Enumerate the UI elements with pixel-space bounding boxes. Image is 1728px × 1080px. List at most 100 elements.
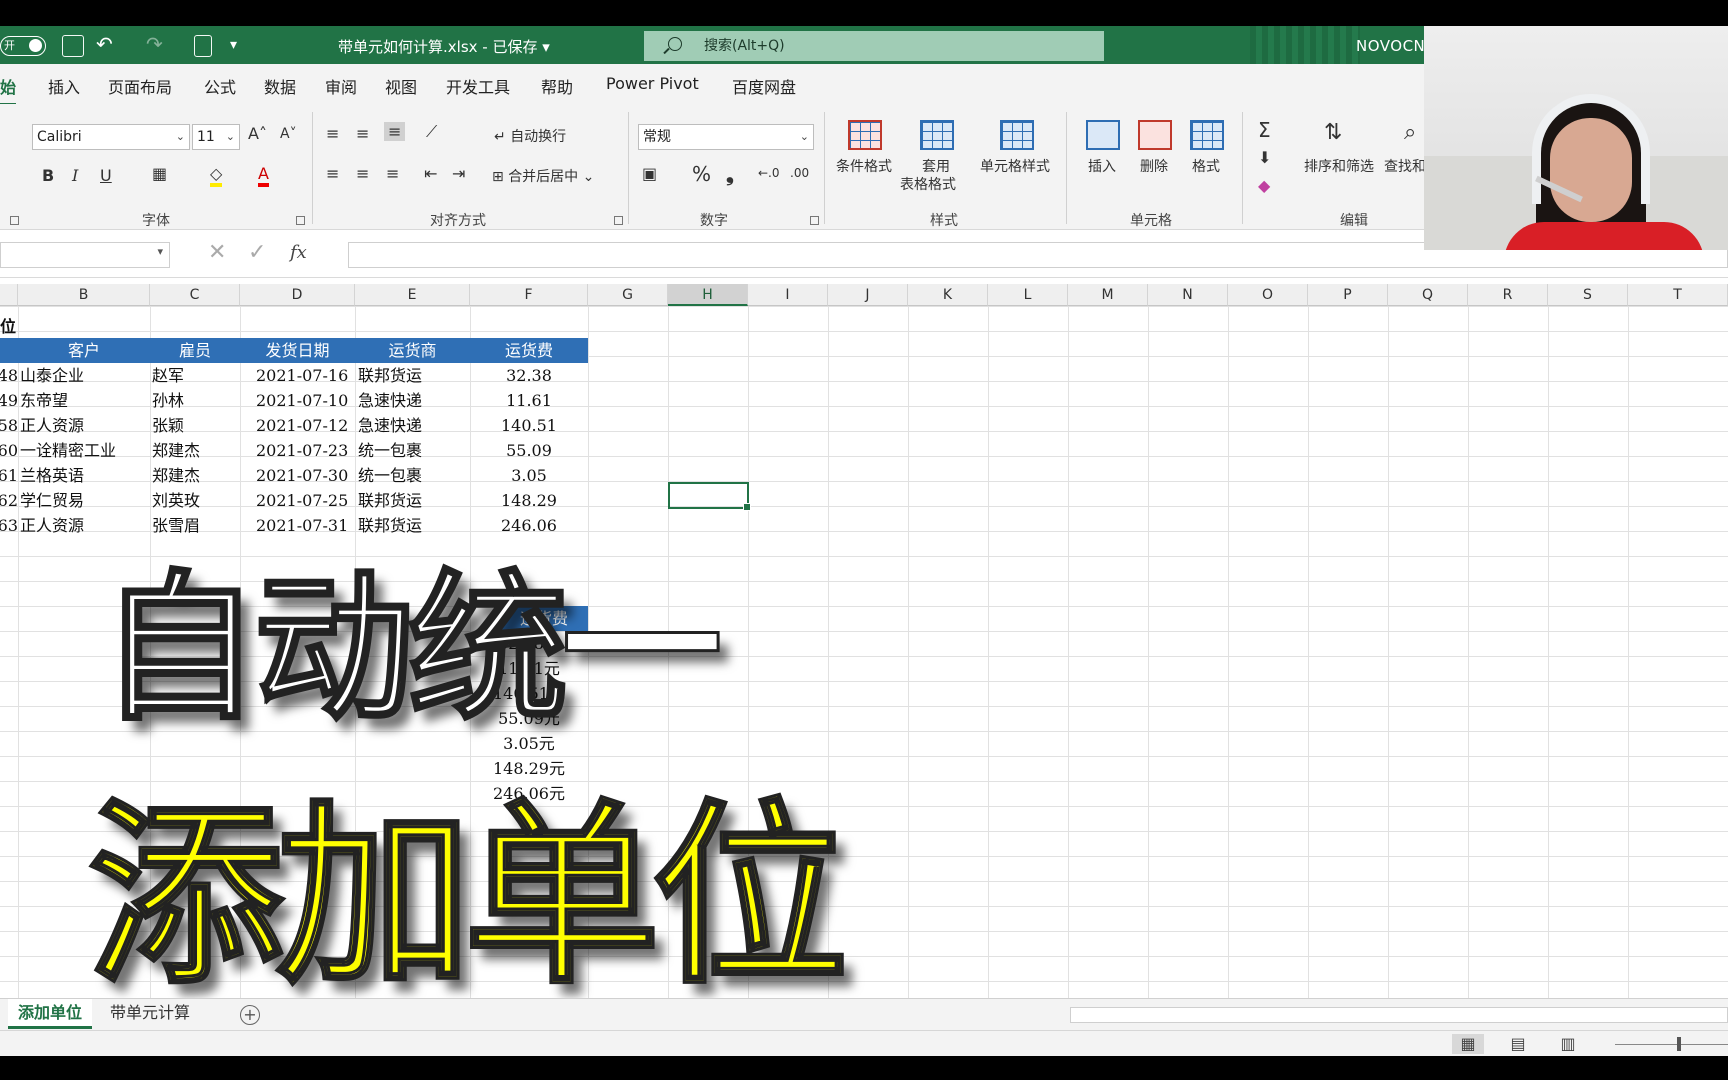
align-bottom-icon[interactable]: ≡	[384, 122, 406, 141]
active-cell[interactable]	[668, 482, 751, 511]
format-cells-label[interactable]: 格式	[1192, 156, 1220, 176]
column-header[interactable]: L	[988, 284, 1068, 306]
table-cell[interactable]: 60	[0, 438, 18, 463]
dialog-launcher-icon[interactable]	[296, 216, 305, 225]
column-header[interactable]: R	[1468, 284, 1548, 306]
table-cell[interactable]: 2021-07-30	[256, 463, 355, 488]
search-box[interactable]: 搜索(Alt+Q)	[644, 31, 1104, 61]
tab-baidu-netdisk[interactable]: 百度网盘	[732, 74, 796, 98]
increase-decimal-icon[interactable]: ←.0	[758, 166, 780, 180]
column-header[interactable]: P	[1308, 284, 1388, 306]
table-cell[interactable]: 55.09	[470, 438, 588, 463]
number-format-select[interactable]: 常规 ⌄	[638, 124, 814, 150]
tab-data[interactable]: 数据	[264, 74, 296, 98]
table-format-label-2[interactable]: 表格格式	[900, 174, 956, 194]
worksheet-grid[interactable]: B C D E F G H I J K L M N O P Q R S T 位 …	[0, 284, 1728, 1010]
find-select-label[interactable]: 查找和	[1384, 156, 1426, 176]
column-header[interactable]: M	[1068, 284, 1148, 306]
font-name-select[interactable]: Calibri ⌄	[32, 124, 190, 150]
table-cell[interactable]: 统一包裹	[358, 463, 470, 488]
column-header[interactable]: S	[1548, 284, 1628, 306]
normal-view-icon[interactable]: ▦	[1452, 1034, 1484, 1054]
italic-icon[interactable]: I	[72, 166, 78, 185]
decrease-decimal-icon[interactable]: .00	[790, 166, 809, 180]
tab-formulas[interactable]: 公式	[204, 74, 236, 98]
tab-insert[interactable]: 插入	[48, 74, 80, 98]
dialog-launcher-icon[interactable]	[10, 216, 19, 225]
table-cell[interactable]: 48	[0, 363, 18, 388]
wrap-text-button[interactable]: ↵ 自动换行	[494, 126, 566, 146]
insert-function-icon[interactable]: fx	[290, 242, 307, 263]
percent-icon[interactable]: %	[692, 162, 711, 186]
table-header-cell[interactable]: 客户	[18, 338, 150, 363]
table-cell[interactable]: 刘英玫	[152, 488, 240, 513]
font-color-icon[interactable]: A	[258, 164, 269, 187]
column-header[interactable]: N	[1148, 284, 1228, 306]
table-cell[interactable]: 统一包裹	[358, 438, 470, 463]
zoom-slider[interactable]	[1615, 1044, 1728, 1045]
table-format-icon[interactable]	[920, 120, 954, 150]
table-header-cell[interactable]: 发货日期	[240, 338, 355, 363]
sort-filter-icon[interactable]: ⇅	[1324, 120, 1342, 145]
column-header[interactable]: G	[588, 284, 668, 306]
table-cell[interactable]: 孙林	[152, 388, 240, 413]
fill-icon[interactable]: ⬇	[1258, 148, 1271, 167]
underline-icon[interactable]: U	[100, 166, 112, 185]
align-top-icon[interactable]: ≡	[326, 124, 339, 143]
enter-icon[interactable]: ✓	[248, 240, 266, 265]
column-header[interactable]: Q	[1388, 284, 1468, 306]
table-cell[interactable]: 张雪眉	[152, 513, 240, 538]
tab-page-layout[interactable]: 页面布局	[108, 74, 172, 98]
table-format-label-1[interactable]: 套用	[922, 156, 950, 176]
table-cell[interactable]: 郑建杰	[152, 438, 240, 463]
tab-power-pivot[interactable]: Power Pivot	[606, 74, 699, 93]
table-cell[interactable]: 郑建杰	[152, 463, 240, 488]
table-header-cell[interactable]: 雇员	[150, 338, 240, 363]
decrease-font-icon[interactable]: A˅	[280, 126, 297, 142]
delete-cells-label[interactable]: 删除	[1140, 156, 1168, 176]
table-header-cell[interactable]: 运货费	[470, 338, 588, 363]
name-box[interactable]: ▾	[0, 242, 170, 268]
conditional-format-label[interactable]: 条件格式	[836, 156, 892, 176]
table-cell[interactable]: 2021-07-12	[256, 413, 355, 438]
table-cell[interactable]: 3.05	[470, 463, 588, 488]
increase-font-icon[interactable]: A˄	[248, 124, 267, 143]
insert-cells-label[interactable]: 插入	[1088, 156, 1116, 176]
table-cell[interactable]: 49	[0, 388, 18, 413]
tab-developer[interactable]: 开发工具	[446, 74, 510, 98]
delete-cells-icon[interactable]	[1138, 120, 1172, 150]
table-header-cell[interactable]	[0, 338, 18, 363]
merge-center-button[interactable]: ⊞ 合并后居中 ⌄	[492, 166, 594, 186]
table-cell[interactable]: 148.29	[470, 488, 588, 513]
borders-icon[interactable]: ▦	[152, 164, 167, 183]
cell-styles-label[interactable]: 单元格样式	[980, 156, 1050, 176]
column-header[interactable]: E	[355, 284, 470, 306]
table-cell[interactable]: 联邦货运	[358, 363, 470, 388]
tab-view[interactable]: 视图	[385, 74, 417, 98]
fill-color-icon[interactable]: ◇	[210, 164, 223, 187]
table-cell[interactable]: 2021-07-23	[256, 438, 355, 463]
table-cell[interactable]: 赵军	[152, 363, 240, 388]
align-left-icon[interactable]: ≡	[326, 164, 339, 183]
user-name[interactable]: NOVOCN	[1356, 37, 1425, 55]
column-header[interactable]: C	[150, 284, 240, 306]
table-cell[interactable]: 246.06	[470, 513, 588, 538]
undo-icon[interactable]: ↶	[96, 32, 113, 56]
format-cells-icon[interactable]	[1190, 120, 1224, 150]
table-cell[interactable]: 急速快递	[358, 413, 470, 438]
add-sheet-icon[interactable]: +	[240, 1005, 260, 1025]
print-preview-icon[interactable]	[194, 35, 212, 57]
table-cell[interactable]: 61	[0, 463, 18, 488]
table-cell[interactable]: 62	[0, 488, 18, 513]
tab-review[interactable]: 审阅	[325, 74, 357, 98]
customize-toolbar-icon[interactable]: ▾	[230, 37, 237, 53]
file-title[interactable]: 带单元如何计算.xlsx - 已保存 ▾	[338, 36, 550, 57]
align-right-icon[interactable]: ≡	[386, 164, 399, 183]
table-cell[interactable]: 兰格英语	[20, 463, 150, 488]
table-cell[interactable]: 学仁贸易	[20, 488, 150, 513]
unit-value-cell[interactable]: 148.29元	[470, 756, 588, 781]
column-header[interactable]: I	[748, 284, 828, 306]
table-cell[interactable]: 11.61	[470, 388, 588, 413]
table-cell[interactable]: 联邦货运	[358, 513, 470, 538]
insert-cells-icon[interactable]	[1086, 120, 1120, 150]
